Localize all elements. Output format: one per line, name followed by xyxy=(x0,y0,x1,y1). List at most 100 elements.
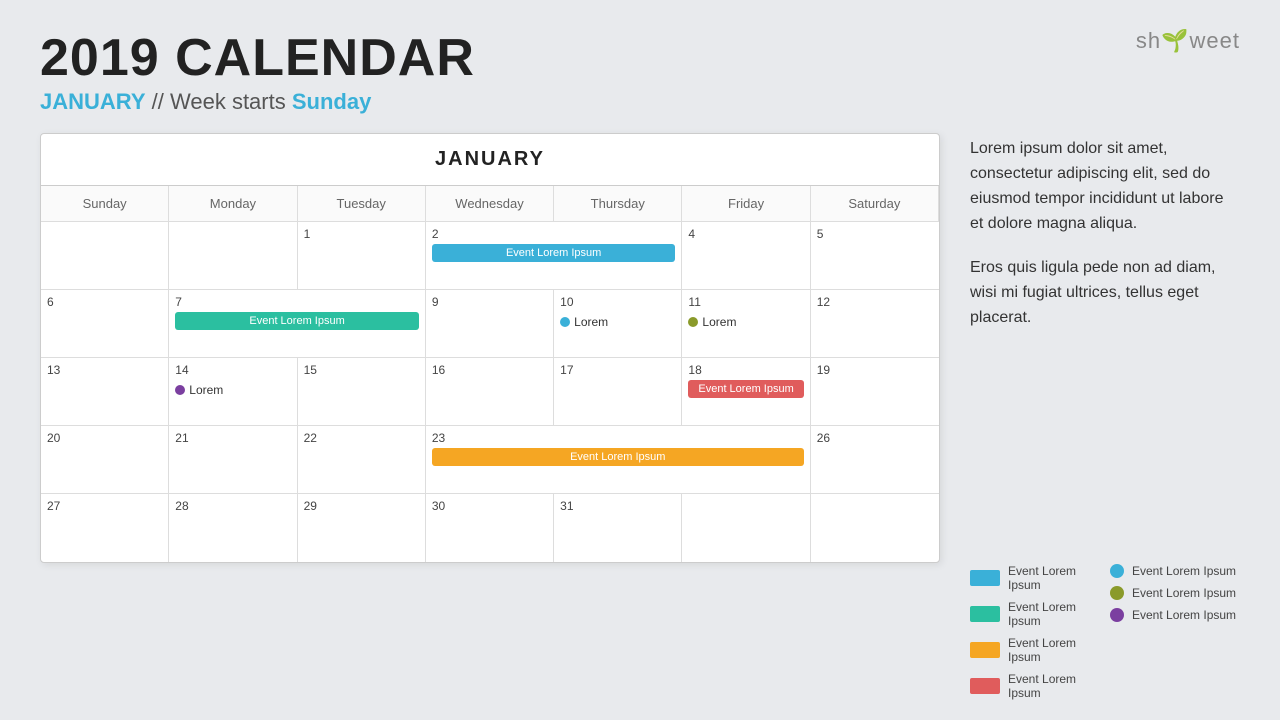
right-panel: Lorem ipsum dolor sit amet, consectetur … xyxy=(970,133,1240,700)
logo: sh🌱weet xyxy=(1136,28,1240,54)
table-row: 11 Lorem xyxy=(682,290,810,358)
right-text-2: Eros quis ligula pede non ad diam, wisi … xyxy=(970,256,1240,330)
table-row: 6 xyxy=(41,290,169,358)
day-header: Friday xyxy=(682,186,810,222)
legend-color-box xyxy=(970,570,1000,586)
table-row: 13 xyxy=(41,358,169,426)
legend-left-col: Event Lorem Ipsum Event Lorem Ipsum Event … xyxy=(970,564,1100,700)
event-dot-label: Lorem xyxy=(702,315,736,329)
main-container: sh🌱weet 2019 CALENDAR JANUARY // Week st… xyxy=(0,0,1280,720)
legend-color-box xyxy=(970,606,1000,622)
day-header: Saturday xyxy=(811,186,939,222)
legend-color-box xyxy=(970,642,1000,658)
table-row: 19 xyxy=(811,358,939,426)
day-number: 26 xyxy=(817,431,933,445)
calendar-wrapper: JANUARY SundayMondayTuesdayWednesdayThur… xyxy=(40,133,940,563)
table-row: 21 xyxy=(169,426,297,494)
table-row: 4 xyxy=(682,222,810,290)
day-number: 9 xyxy=(432,295,547,309)
event-bar: Event Lorem Ipsum xyxy=(432,448,804,466)
legend-item: Event Lorem Ipsum xyxy=(970,564,1100,592)
legend-section: Event Lorem Ipsum Event Lorem Ipsum Event … xyxy=(970,564,1240,700)
event-bar: Event Lorem Ipsum xyxy=(688,380,803,398)
day-header: Wednesday xyxy=(426,186,554,222)
table-row xyxy=(169,222,297,290)
day-number: 4 xyxy=(688,227,803,241)
month-label: JANUARY xyxy=(40,89,146,114)
day-number: 1 xyxy=(304,227,419,241)
legend-label: Event Lorem Ipsum xyxy=(1008,672,1100,700)
day-number: 30 xyxy=(432,499,547,513)
day-number: 11 xyxy=(688,295,803,309)
legend-label: Event Lorem Ipsum xyxy=(1132,608,1236,622)
event-bar: Event Lorem Ipsum xyxy=(432,244,676,262)
table-row: 18 Event Lorem Ipsum xyxy=(682,358,810,426)
legend-color-circle xyxy=(1110,564,1124,578)
day-number: 10 xyxy=(560,295,675,309)
event-dot-item: Lorem xyxy=(688,315,803,329)
day-number: 17 xyxy=(560,363,675,377)
event-bar: Event Lorem Ipsum xyxy=(175,312,419,330)
day-number: 6 xyxy=(47,295,162,309)
table-row xyxy=(682,494,810,562)
event-dot-label: Lorem xyxy=(574,315,608,329)
page-title: 2019 CALENDAR xyxy=(40,30,1240,87)
calendar-header: JANUARY xyxy=(41,134,939,186)
table-row: 12 xyxy=(811,290,939,358)
table-row: 31 xyxy=(554,494,682,562)
table-row: 23 Event Lorem Ipsum xyxy=(426,426,811,494)
table-row xyxy=(811,494,939,562)
subtitle-mid: // Week starts xyxy=(152,89,292,114)
legend-label: Event Lorem Ipsum xyxy=(1008,636,1100,664)
subtitle: JANUARY // Week starts Sunday xyxy=(40,89,1240,115)
day-number: 16 xyxy=(432,363,547,377)
dot-icon xyxy=(560,317,570,327)
day-number: 23 xyxy=(432,431,804,445)
table-row: 16 xyxy=(426,358,554,426)
table-row: 29 xyxy=(298,494,426,562)
dot-icon xyxy=(175,385,185,395)
day-number: 19 xyxy=(817,363,933,377)
day-number: 29 xyxy=(304,499,419,513)
legend-item: Event Lorem Ipsum xyxy=(970,672,1100,700)
table-row: 15 xyxy=(298,358,426,426)
table-row: 27 xyxy=(41,494,169,562)
day-number: 31 xyxy=(560,499,675,513)
day-number: 5 xyxy=(817,227,933,241)
table-row: 14 Lorem xyxy=(169,358,297,426)
week-start-label: Sunday xyxy=(292,89,371,114)
calendar-month-title: JANUARY xyxy=(55,148,925,171)
table-row: 5 xyxy=(811,222,939,290)
day-number: 15 xyxy=(304,363,419,377)
legend-item: Event Lorem Ipsum xyxy=(970,636,1100,664)
dot-icon xyxy=(688,317,698,327)
calendar-section: JANUARY SundayMondayTuesdayWednesdayThur… xyxy=(40,133,940,700)
day-number: 7 xyxy=(175,295,419,309)
day-number: 28 xyxy=(175,499,290,513)
table-row: 10 Lorem xyxy=(554,290,682,358)
table-row: 30 xyxy=(426,494,554,562)
table-row: 26 xyxy=(811,426,939,494)
event-dot-item: Lorem xyxy=(560,315,675,329)
legend-item: Event Lorem Ipsum xyxy=(1110,564,1240,578)
day-number: 2 xyxy=(432,227,676,241)
day-number: 22 xyxy=(304,431,419,445)
legend-item: Event Lorem Ipsum xyxy=(1110,608,1240,622)
right-text-1: Lorem ipsum dolor sit amet, consectetur … xyxy=(970,137,1240,236)
event-dot-label: Lorem xyxy=(189,383,223,397)
day-header: Sunday xyxy=(41,186,169,222)
day-number: 13 xyxy=(47,363,162,377)
table-row: 7 Event Lorem Ipsum xyxy=(169,290,426,358)
content-row: JANUARY SundayMondayTuesdayWednesdayThur… xyxy=(40,133,1240,700)
header: 2019 CALENDAR JANUARY // Week starts Sun… xyxy=(40,30,1240,115)
day-headers-row: SundayMondayTuesdayWednesdayThursdayFrid… xyxy=(41,186,939,562)
table-row: 9 xyxy=(426,290,554,358)
day-header: Monday xyxy=(169,186,297,222)
logo-icon: 🌱 xyxy=(1161,28,1189,53)
table-row: 17 xyxy=(554,358,682,426)
legend-right-col: Event Lorem IpsumEvent Lorem IpsumEvent … xyxy=(1110,564,1240,700)
day-number: 18 xyxy=(688,363,803,377)
legend-color-circle xyxy=(1110,586,1124,600)
day-number: 14 xyxy=(175,363,290,377)
day-number: 27 xyxy=(47,499,162,513)
